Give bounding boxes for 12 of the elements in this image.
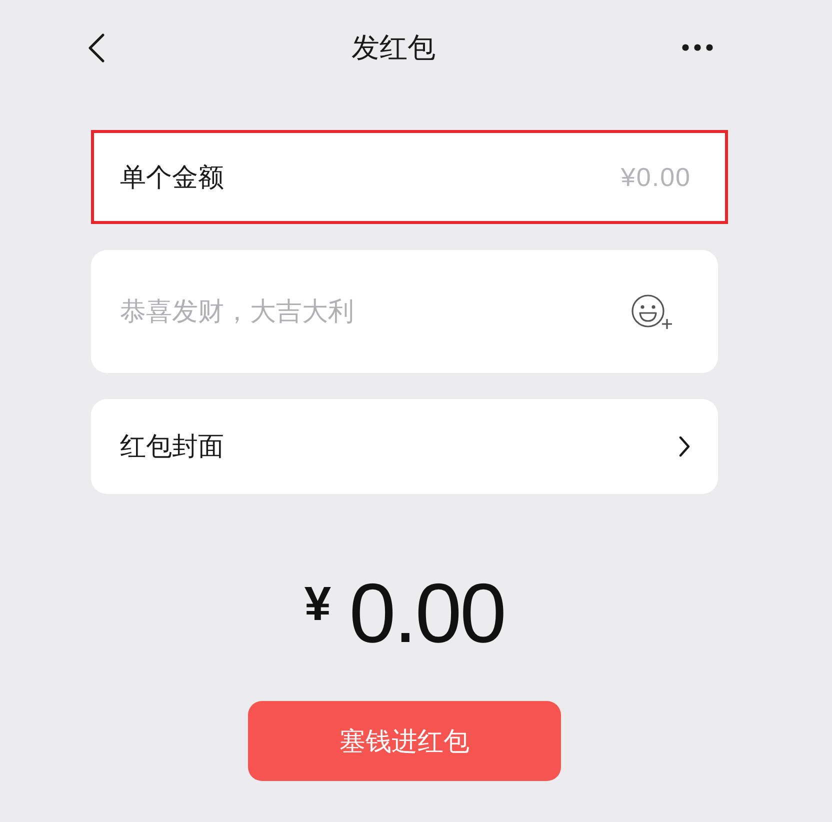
total-amount: 0.00 <box>349 571 505 655</box>
amount-input[interactable]: ¥0.00 <box>551 158 691 196</box>
message-input[interactable]: 恭喜发财，大吉大利 <box>120 292 615 331</box>
page-title: 发红包 <box>352 30 436 64</box>
message-field[interactable]: 恭喜发财，大吉大利 <box>91 250 718 373</box>
amount-label: 单个金额 <box>120 160 224 194</box>
cover-option[interactable]: 红包封面 <box>91 399 718 494</box>
back-icon[interactable] <box>87 32 105 62</box>
chevron-right-icon <box>679 436 690 457</box>
more-icon[interactable] <box>682 44 713 51</box>
emoji-add-icon[interactable] <box>631 294 673 330</box>
currency-symbol: ¥ <box>304 581 332 629</box>
